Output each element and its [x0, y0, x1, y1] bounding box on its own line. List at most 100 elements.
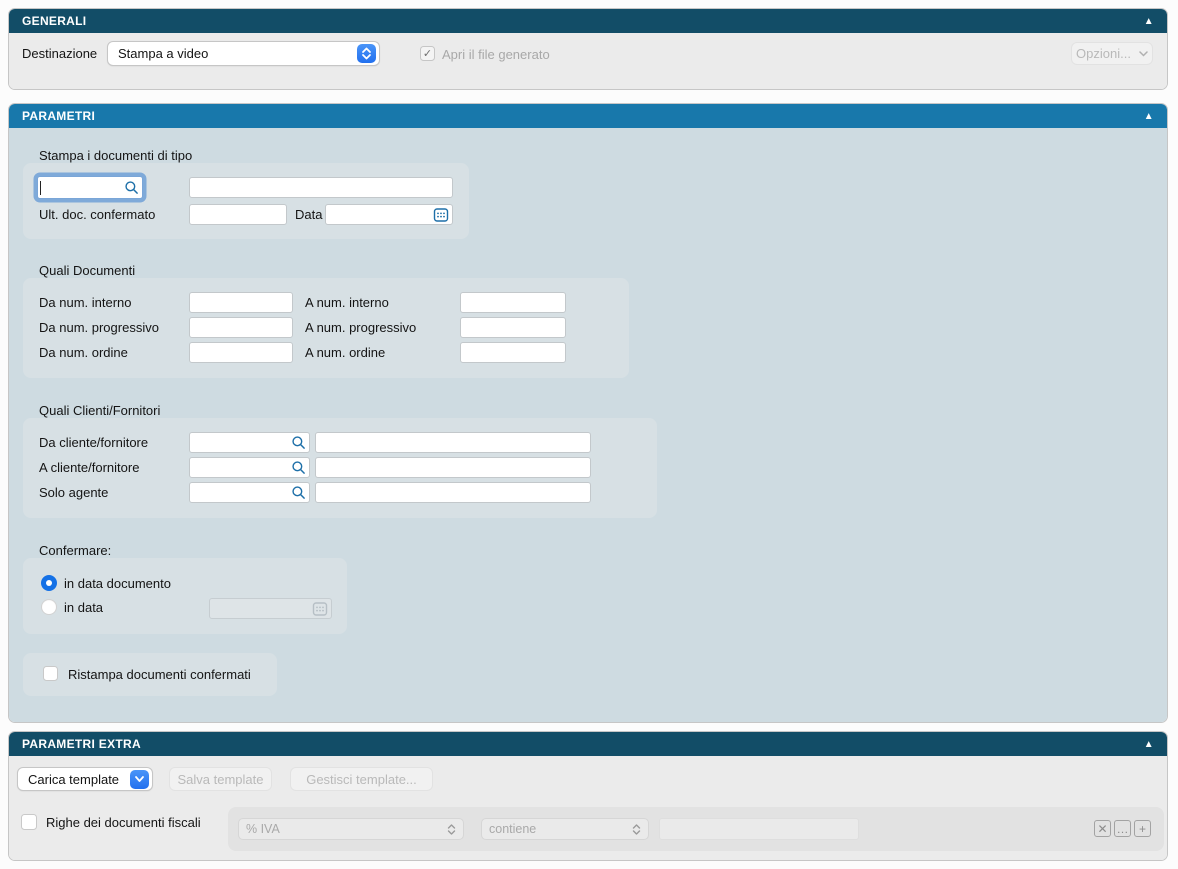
clear-icon: ✕ — [1097, 823, 1107, 835]
updown-chevron-icon — [447, 823, 456, 836]
panel-generali: GENERALI ▲ Destinazione Stampa a video ✓… — [8, 8, 1168, 90]
radio-label: in data documento — [64, 576, 171, 591]
to-order-number-input[interactable] — [460, 342, 566, 363]
to-customer-name-input[interactable] — [315, 457, 591, 478]
panel-generali-header: GENERALI ▲ — [9, 9, 1167, 33]
doc-type-group: Ult. doc. confermato Data — [23, 163, 469, 239]
panel-parametri-header: PARAMETRI ▲ — [9, 104, 1167, 128]
filter-field-select[interactable]: % IVA — [238, 818, 464, 840]
radio-in-data[interactable] — [41, 599, 57, 615]
collapse-arrow-icon[interactable]: ▲ — [1144, 16, 1154, 27]
fiscal-rows-checkbox[interactable] — [21, 814, 37, 830]
fiscal-rows-label: Righe dei documenti fiscali — [46, 815, 201, 830]
doc-type-code-input[interactable] — [41, 180, 124, 195]
from-customer-input[interactable] — [190, 435, 291, 450]
open-file-label: Apri il file generato — [442, 47, 550, 62]
row-label: Da cliente/fornitore — [39, 435, 148, 450]
manage-template-label: Gestisci template... — [306, 772, 417, 787]
load-template-button[interactable]: Carica template — [17, 767, 153, 791]
search-icon — [291, 485, 309, 500]
options-button[interactable]: Opzioni... — [1071, 42, 1153, 65]
check-icon: ✓ — [423, 47, 432, 60]
last-confirmed-label: Ult. doc. confermato — [39, 207, 155, 222]
panel-parametri-extra: PARAMETRI EXTRA ▲ Carica template Salva … — [8, 731, 1168, 861]
to-customer-input[interactable] — [190, 460, 291, 475]
add-icon: + — [1139, 823, 1146, 835]
quali-documenti-section-label: Quali Documenti — [39, 263, 135, 278]
quali-documenti-group: Da num. interno A num. interno Da num. p… — [23, 278, 629, 378]
doc-type-section-label: Stampa i documenti di tipo — [39, 148, 192, 163]
from-progressive-number-input[interactable] — [189, 317, 293, 338]
to-customer-field[interactable] — [189, 457, 310, 478]
filter-row-group: % IVA contiene ✕ … + — [228, 807, 1164, 851]
chevron-down-icon — [130, 770, 149, 789]
chevron-down-icon — [1139, 51, 1148, 57]
confermare-group: in data documento in data — [23, 558, 347, 634]
agent-name-input[interactable] — [315, 482, 591, 503]
quali-clienti-section-label: Quali Clienti/Fornitori — [39, 403, 160, 418]
reprint-label: Ristampa documenti confermati — [68, 667, 251, 682]
calendar-icon — [312, 601, 331, 617]
destination-select[interactable]: Stampa a video — [107, 41, 380, 66]
search-icon — [291, 435, 309, 450]
updown-chevron-icon — [357, 44, 376, 63]
from-internal-number-input[interactable] — [189, 292, 293, 313]
manage-template-button[interactable]: Gestisci template... — [290, 767, 433, 791]
more-icon: … — [1117, 823, 1129, 835]
filter-add-button[interactable]: + — [1134, 820, 1151, 837]
panel-parametri: PARAMETRI ▲ Stampa i documenti di tipo U… — [8, 103, 1168, 723]
search-icon — [291, 460, 309, 475]
load-template-label: Carica template — [28, 772, 130, 787]
row-label: A num. interno — [305, 295, 389, 310]
panel-parametri-title: PARAMETRI — [22, 109, 95, 123]
filter-clear-button[interactable]: ✕ — [1094, 820, 1111, 837]
destination-value: Stampa a video — [118, 46, 357, 61]
agent-field[interactable] — [189, 482, 310, 503]
last-confirmed-input[interactable] — [189, 204, 287, 225]
collapse-arrow-icon[interactable]: ▲ — [1144, 111, 1154, 122]
row-label: A num. progressivo — [305, 320, 416, 335]
confirm-date-input[interactable] — [210, 601, 312, 616]
to-internal-number-input[interactable] — [460, 292, 566, 313]
date-field[interactable] — [325, 204, 453, 225]
panel-parametri-extra-title: PARAMETRI EXTRA — [22, 737, 141, 751]
radio-in-data-documento[interactable] — [41, 575, 57, 591]
filter-more-button[interactable]: … — [1114, 820, 1131, 837]
reprint-checkbox[interactable] — [43, 666, 58, 681]
save-template-label: Salva template — [178, 772, 264, 787]
calendar-icon[interactable] — [433, 207, 452, 223]
filter-field-value: % IVA — [246, 822, 447, 836]
from-order-number-input[interactable] — [189, 342, 293, 363]
row-label: Da num. progressivo — [39, 320, 159, 335]
date-input[interactable] — [326, 207, 433, 222]
options-button-label: Opzioni... — [1076, 46, 1131, 61]
confermare-section-label: Confermare: — [39, 543, 111, 558]
panel-parametri-extra-header: PARAMETRI EXTRA ▲ — [9, 732, 1167, 756]
search-icon — [124, 180, 142, 195]
from-customer-name-input[interactable] — [315, 432, 591, 453]
row-label: Solo agente — [39, 485, 108, 500]
confirm-date-field[interactable] — [209, 598, 332, 619]
row-label: Da num. interno — [39, 295, 132, 310]
destination-label: Destinazione — [22, 46, 97, 61]
quali-clienti-group: Da cliente/fornitore A cliente/fornitore… — [23, 418, 657, 518]
filter-operator-value: contiene — [489, 822, 632, 836]
save-template-button[interactable]: Salva template — [169, 767, 272, 791]
radio-label: in data — [64, 600, 103, 615]
doc-type-code-field[interactable] — [37, 176, 143, 199]
date-label: Data — [295, 207, 322, 222]
from-customer-field[interactable] — [189, 432, 310, 453]
row-label: Da num. ordine — [39, 345, 128, 360]
reprint-group: Ristampa documenti confermati — [23, 653, 277, 696]
doc-type-description-input[interactable] — [189, 177, 453, 198]
filter-value-input[interactable] — [659, 818, 859, 840]
agent-input[interactable] — [190, 485, 291, 500]
collapse-arrow-icon[interactable]: ▲ — [1144, 739, 1154, 750]
to-progressive-number-input[interactable] — [460, 317, 566, 338]
updown-chevron-icon — [632, 823, 641, 836]
row-label: A num. ordine — [305, 345, 385, 360]
open-file-checkbox[interactable]: ✓ — [420, 46, 435, 61]
panel-generali-title: GENERALI — [22, 14, 86, 28]
row-label: A cliente/fornitore — [39, 460, 139, 475]
filter-operator-select[interactable]: contiene — [481, 818, 649, 840]
